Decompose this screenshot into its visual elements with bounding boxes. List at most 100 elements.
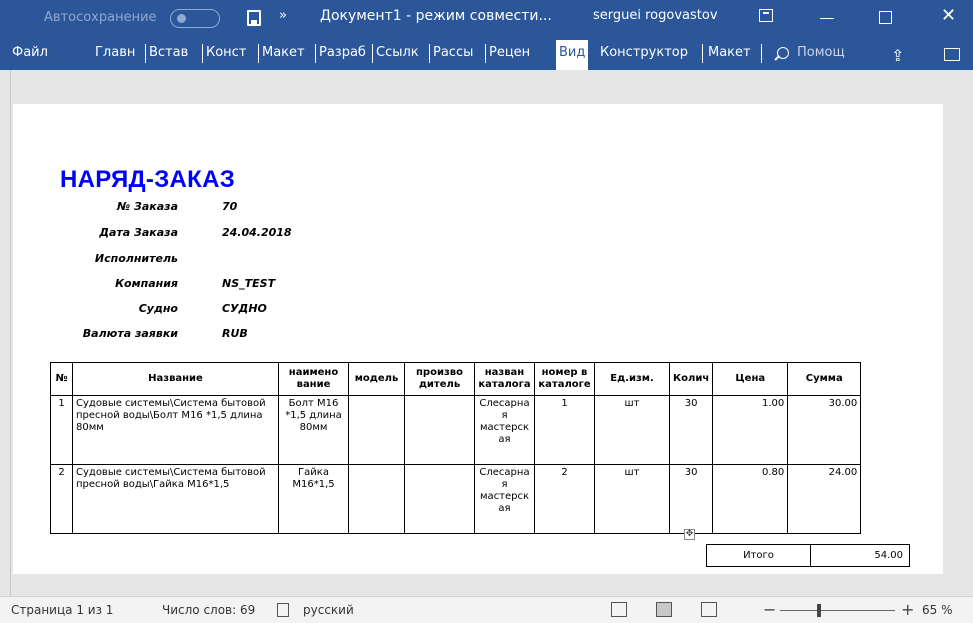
field-label-order-no: № Заказа xyxy=(116,200,178,213)
column-header: номер в каталоге xyxy=(534,362,595,396)
zoom-slider[interactable] xyxy=(780,610,895,611)
field-label-company: Компания xyxy=(115,277,178,290)
table-move-handle-icon[interactable]: ✥ xyxy=(684,529,695,540)
table-row[interactable]: 1 Судовые системы\Система бытовой пресно… xyxy=(50,395,862,465)
field-label-order-date: Дата Заказа xyxy=(99,226,178,239)
table-cell[interactable]: Слесарна я мастерск ая xyxy=(474,464,535,534)
save-icon[interactable] xyxy=(247,10,261,26)
total-value[interactable]: 54.00 xyxy=(810,544,910,567)
maximize-button[interactable] xyxy=(879,11,892,24)
zoom-out-button[interactable]: − xyxy=(763,600,776,619)
user-name[interactable]: serguei rogovastov xyxy=(593,8,718,23)
search-icon[interactable] xyxy=(777,47,789,59)
ribbon-tabs: Файл Главн Встав Конст Макет Разраб Ссыл… xyxy=(0,37,973,70)
table-cell[interactable] xyxy=(404,395,475,465)
table-row[interactable]: 2 Судовые системы\Система бытовой пресно… xyxy=(50,464,862,534)
tab-mailings[interactable]: Рассы xyxy=(433,45,483,60)
read-mode-icon[interactable] xyxy=(611,602,627,617)
web-layout-icon[interactable] xyxy=(701,602,717,617)
proofing-icon[interactable] xyxy=(277,603,289,617)
tab-table-design[interactable]: Конструктор xyxy=(600,45,688,60)
table-cell[interactable]: 2 xyxy=(534,464,595,534)
tab-view[interactable]: Вид xyxy=(556,40,589,70)
total-row[interactable]: Итого 54.00 xyxy=(706,544,910,567)
document-page[interactable]: НАРЯД-ЗАКАЗ № Заказа 70 Дата Заказа 24.0… xyxy=(13,104,943,574)
column-header: назван каталога xyxy=(474,362,535,396)
tab-separator xyxy=(372,44,373,63)
page-edge xyxy=(10,70,11,596)
field-label-currency: Валюта заявки xyxy=(82,327,178,340)
field-label-executor: Исполнитель xyxy=(94,252,178,265)
table-cell[interactable]: 30 xyxy=(668,464,714,534)
table-cell[interactable]: 0.80 xyxy=(712,464,789,534)
table-cell[interactable] xyxy=(348,395,405,465)
column-header: Ед.изм. xyxy=(594,362,670,396)
table-cell[interactable]: 24.00 xyxy=(787,464,862,534)
table-cell[interactable]: Судовые системы\Система бытовой пресной … xyxy=(72,464,279,534)
column-header: произво дитель xyxy=(404,362,475,396)
table-cell[interactable]: шт xyxy=(594,464,670,534)
tab-separator xyxy=(315,44,316,63)
total-label[interactable]: Итого xyxy=(706,544,811,567)
tab-table-layout[interactable]: Макет xyxy=(708,45,751,60)
zoom-level[interactable]: 65 % xyxy=(922,603,953,617)
document-area: НАРЯД-ЗАКАЗ № Заказа 70 Дата Заказа 24.0… xyxy=(0,70,973,606)
table-cell[interactable]: 1.00 xyxy=(712,395,789,465)
column-header: Сумма xyxy=(787,362,862,396)
field-value-company: NS_TEST xyxy=(222,277,276,290)
total-table[interactable]: Итого 54.00 xyxy=(706,544,910,567)
tab-separator xyxy=(485,44,486,63)
column-header: Колич xyxy=(668,362,714,396)
table-cell[interactable]: 1 xyxy=(50,395,73,465)
tab-insert[interactable]: Встав xyxy=(149,45,200,60)
table-cell[interactable]: Гайка М16*1,5 xyxy=(278,464,349,534)
tab-home[interactable]: Главн xyxy=(95,45,143,60)
language[interactable]: русский xyxy=(303,603,354,617)
word-count[interactable]: Число слов: 69 xyxy=(162,603,255,617)
tab-separator xyxy=(702,44,703,63)
table-cell[interactable]: шт xyxy=(594,395,670,465)
column-header: модель xyxy=(348,362,405,396)
table-cell[interactable]: 30.00 xyxy=(787,395,862,465)
page-info[interactable]: Страница 1 из 1 xyxy=(11,603,113,617)
tab-separator xyxy=(429,44,430,63)
tab-review[interactable]: Рецен xyxy=(489,45,544,60)
table-cell[interactable]: 2 xyxy=(50,464,73,534)
close-button[interactable]: ✕ xyxy=(941,5,956,26)
table-cell[interactable]: 1 xyxy=(534,395,595,465)
column-header: Название xyxy=(72,362,279,396)
table-cell[interactable]: 30 xyxy=(668,395,714,465)
doc-heading: НАРЯД-ЗАКАЗ xyxy=(60,166,236,193)
field-value-order-date: 24.04.2018 xyxy=(222,226,292,239)
minimize-button[interactable] xyxy=(820,18,834,19)
help-search[interactable]: Помощ xyxy=(797,45,852,60)
more-commands-icon[interactable]: » xyxy=(279,8,287,23)
print-layout-icon[interactable] xyxy=(656,602,672,617)
tab-references[interactable]: Ссылк xyxy=(376,45,427,60)
table-cell[interactable] xyxy=(348,464,405,534)
autosave-toggle[interactable] xyxy=(170,9,220,28)
tab-developer[interactable]: Разраб xyxy=(319,45,370,60)
document-title: Документ1 - режим совмести... xyxy=(320,8,552,24)
column-header: № xyxy=(50,362,73,396)
field-value-order-no: 70 xyxy=(222,200,238,213)
table-cell[interactable]: Слесарна я мастерск ая xyxy=(474,395,535,465)
table-cell[interactable]: Судовые системы\Система бытовой пресной … xyxy=(72,395,279,465)
share-icon[interactable]: ⇪ xyxy=(891,46,904,65)
zoom-in-button[interactable]: + xyxy=(901,600,914,619)
tab-layout[interactable]: Макет xyxy=(262,45,313,60)
order-table[interactable]: № Название наимено вание модель произво … xyxy=(50,362,862,534)
column-header: наимено вание xyxy=(278,362,349,396)
tab-design[interactable]: Конст xyxy=(206,45,256,60)
field-value-vessel: СУДНО xyxy=(222,302,267,315)
ribbon-display-options-icon[interactable] xyxy=(759,9,773,22)
title-bar: Автосохранение » Документ1 - режим совме… xyxy=(0,0,973,37)
table-cell[interactable] xyxy=(404,464,475,534)
tab-file[interactable]: Файл xyxy=(12,45,48,60)
tab-separator xyxy=(202,44,203,63)
toggle-knob xyxy=(177,14,186,23)
comments-icon[interactable] xyxy=(944,48,960,61)
zoom-slider-thumb[interactable] xyxy=(817,604,821,617)
tab-separator xyxy=(258,44,259,63)
table-cell[interactable]: Болт М16 *1,5 длина 80мм xyxy=(278,395,349,465)
